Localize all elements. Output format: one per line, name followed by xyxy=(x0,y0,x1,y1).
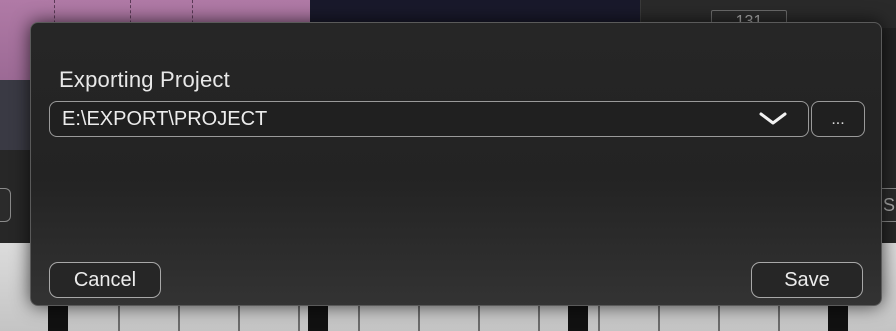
dialog-title: Exporting Project xyxy=(59,67,230,92)
browse-button[interactable]: ... xyxy=(811,101,865,137)
export-path-combobox[interactable]: E:\EXPORT\PROJECT xyxy=(49,101,809,137)
export-path-value[interactable]: E:\EXPORT\PROJECT xyxy=(62,102,267,136)
side-button-left[interactable] xyxy=(0,188,11,222)
save-button[interactable]: Save xyxy=(751,262,863,298)
chevron-down-icon[interactable] xyxy=(758,110,788,128)
export-dialog: Exporting Project E:\EXPORT\PROJECT ... … xyxy=(30,22,882,306)
app-window: 131 S Exporting Project E:\EXPORT\PROJEC… xyxy=(0,0,896,331)
cancel-button[interactable]: Cancel xyxy=(49,262,161,298)
